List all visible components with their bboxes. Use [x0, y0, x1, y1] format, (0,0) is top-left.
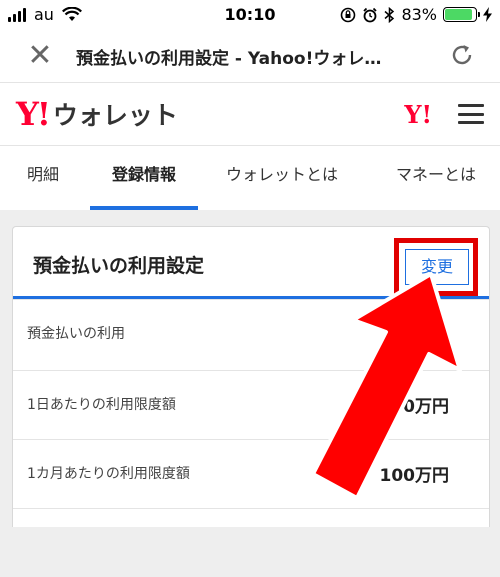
browser-title: 預金払いの利用設定 - Yahoo!ウォレ…	[76, 49, 382, 69]
status-bar: au 10:10 83%	[0, 0, 500, 30]
row-label: 1カ月あたりの利用限度額	[27, 466, 190, 482]
yahoo-logo-mark: Y!	[16, 95, 51, 133]
card-title: 預金払いの利用設定	[33, 255, 205, 277]
row-label: 預金払いの利用	[27, 326, 125, 342]
tab-history[interactable]: 明細	[0, 146, 86, 210]
tab-about-money[interactable]: マネーとは	[372, 146, 500, 210]
active-tab-indicator	[90, 206, 198, 210]
menu-icon[interactable]	[458, 104, 484, 124]
tab-about-wallet[interactable]: ウォレットとは	[212, 146, 352, 210]
reload-icon[interactable]	[448, 42, 476, 70]
browser-bar: ✕ 預金払いの利用設定 - Yahoo!ウォレ…	[0, 30, 500, 83]
alarm-icon	[363, 7, 378, 22]
setting-row	[13, 508, 489, 577]
charging-icon	[483, 7, 492, 22]
annotation-arrow-icon	[311, 272, 462, 500]
tab-bar: 明細 登録情報 ウォレットとは マネーとは	[0, 146, 500, 210]
site-header: Y! ウォレット Y!	[0, 83, 500, 146]
status-right: 83%	[340, 5, 492, 24]
row-label: 1日あたりの利用限度額	[27, 397, 176, 413]
wallet-logo[interactable]: Y! ウォレット	[16, 95, 178, 133]
battery-icon	[443, 7, 480, 22]
yahoo-icon[interactable]: Y!	[404, 100, 432, 129]
tab-registration[interactable]: 登録情報	[90, 146, 198, 210]
bluetooth-icon	[384, 6, 395, 23]
rotation-lock-icon	[341, 7, 356, 22]
wallet-logo-text: ウォレット	[52, 101, 178, 130]
close-icon[interactable]: ✕	[26, 41, 54, 71]
battery-percent: 83%	[401, 5, 437, 24]
